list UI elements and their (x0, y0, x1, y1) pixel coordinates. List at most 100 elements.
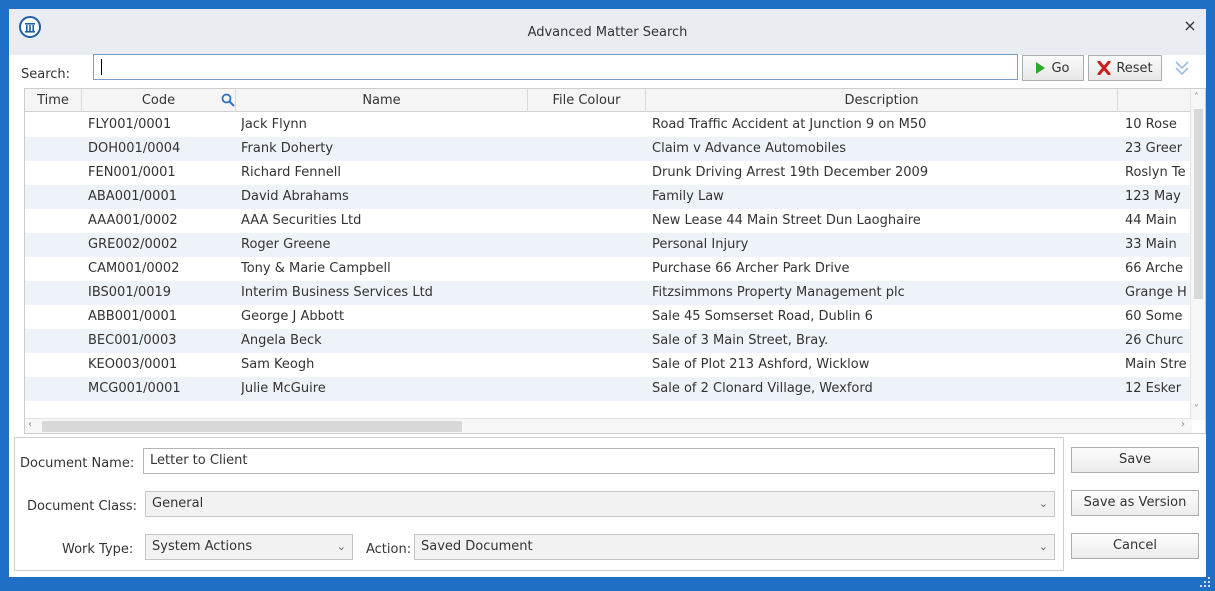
cell-time (31, 233, 81, 257)
table-row[interactable]: FEN001/0001 Richard Fennell Drunk Driving … (25, 161, 1192, 185)
cell-name: David Abrahams (241, 189, 349, 204)
column-header-code[interactable]: Code (82, 89, 236, 112)
cell-time (31, 185, 81, 209)
document-class-label: Document Class: (27, 499, 138, 514)
table-row[interactable]: IBS001/0019 Interim Business Services Ltd… (25, 281, 1192, 305)
cancel-button[interactable]: Cancel (1071, 533, 1199, 559)
scroll-left-icon[interactable]: ‹ (28, 419, 32, 430)
search-icon[interactable] (221, 93, 235, 107)
cell-time (31, 113, 81, 137)
table-row[interactable]: ABA001/0001 David Abrahams Family Law 123 M… (25, 185, 1192, 209)
cell-description: Drunk Driving Arrest 19th December 2009 (652, 165, 929, 180)
resize-grip-icon[interactable] (1199, 576, 1211, 588)
cell-code: KEO003/0001 (88, 357, 178, 372)
matter-grid: Time Code Name File Colour Description F… (24, 88, 1206, 434)
save-as-version-button[interactable]: Save as Version (1071, 490, 1199, 516)
window-title: Advanced Matter Search (527, 25, 688, 40)
work-type-select[interactable]: System Actions ⌄ (145, 534, 353, 560)
advanced-matter-search-window: Advanced Matter Search × Search: Go Rese… (9, 9, 1206, 582)
cell-time (31, 377, 81, 401)
scroll-down-icon[interactable]: ˅ (1194, 404, 1199, 415)
column-header-description[interactable]: Description (646, 89, 1118, 112)
cell-extra: 66 Arche (1125, 261, 1184, 276)
column-header-file-colour[interactable]: File Colour (528, 89, 646, 112)
table-row[interactable]: KEO003/0001 Sam Keogh Sale of Plot 213 Ash… (25, 353, 1192, 377)
column-header-address[interactable] (1118, 89, 1192, 112)
cell-description: Claim v Advance Automobiles (652, 141, 847, 156)
reset-x-icon (1097, 61, 1111, 75)
cell-name: George J Abbott (241, 309, 345, 324)
action-select[interactable]: Saved Document ⌄ (414, 534, 1055, 560)
cell-time (31, 305, 81, 329)
column-header-name[interactable]: Name (236, 89, 528, 112)
cell-code: IBS001/0019 (88, 285, 172, 300)
vertical-scrollbar[interactable]: ˄ ˅ (1190, 89, 1205, 420)
cell-name: Interim Business Services Ltd (241, 285, 433, 300)
table-row[interactable]: GRE002/0002 Roger Greene Personal Injury 33… (25, 233, 1192, 257)
document-name-label: Document Name: (20, 456, 135, 471)
chevron-down-icon: ⌄ (1038, 540, 1048, 553)
grid-rows: FLY001/0001 Jack Flynn Road Traffic Accide… (25, 113, 1192, 419)
cell-name: Sam Keogh (241, 357, 315, 372)
reset-button[interactable]: Reset (1088, 55, 1162, 81)
cell-description: Sale of Plot 213 Ashford, Wicklow (652, 357, 870, 372)
cell-name: Angela Beck (241, 333, 322, 348)
save-button[interactable]: Save (1071, 447, 1199, 473)
cell-description: Sale 45 Somserset Road, Dublin 6 (652, 309, 873, 324)
cell-colour (533, 113, 646, 137)
scroll-up-icon[interactable]: ˄ (1194, 92, 1199, 103)
table-row[interactable]: MCG001/0001 Julie McGuire Sale of 2 Clonar… (25, 377, 1192, 401)
cell-extra: 33 Main (1125, 237, 1177, 252)
cell-code: DOH001/0004 (88, 141, 181, 156)
cell-name: Richard Fennell (241, 165, 341, 180)
horizontal-scroll-thumb[interactable] (42, 421, 462, 432)
cell-extra: 23 Greer (1125, 141, 1183, 156)
cell-colour (533, 185, 646, 209)
table-row[interactable]: DOH001/0004 Frank Doherty Claim v Advance … (25, 137, 1192, 161)
chevron-down-icon: ⌄ (1038, 497, 1048, 510)
table-row[interactable]: FLY001/0001 Jack Flynn Road Traffic Accide… (25, 113, 1192, 137)
cell-description: Personal Injury (652, 237, 749, 252)
cell-code: FEN001/0001 (88, 165, 176, 180)
cell-code: AAA001/0002 (88, 213, 178, 228)
cell-description: Road Traffic Accident at Junction 9 on M… (652, 117, 927, 132)
search-input[interactable] (93, 54, 1018, 80)
cell-code: ABA001/0001 (88, 189, 177, 204)
cell-time (31, 257, 81, 281)
table-row[interactable]: AAA001/0002 AAA Securities Ltd New Lease 4… (25, 209, 1192, 233)
cell-code: FLY001/0001 (88, 117, 172, 132)
cell-time (31, 329, 81, 353)
scroll-right-icon[interactable]: › (1181, 419, 1185, 430)
grid-header: Time Code Name File Colour Description (25, 89, 1192, 112)
cell-time (31, 137, 81, 161)
cell-extra: 123 May (1125, 189, 1181, 204)
title-bar: Advanced Matter Search × (9, 9, 1206, 55)
cell-colour (533, 305, 646, 329)
document-class-select[interactable]: General ⌄ (145, 491, 1055, 517)
cell-code: GRE002/0002 (88, 237, 178, 252)
cell-name: Roger Greene (241, 237, 331, 252)
cell-colour (533, 209, 646, 233)
vertical-scroll-thumb[interactable] (1194, 109, 1203, 299)
cell-time (31, 209, 81, 233)
document-name-field[interactable]: Letter to Client (143, 448, 1055, 474)
cell-colour (533, 137, 646, 161)
horizontal-scrollbar[interactable]: ‹ › (25, 418, 1192, 433)
cell-code: ABB001/0001 (88, 309, 178, 324)
search-label: Search: (21, 67, 71, 82)
expand-chevrons-icon[interactable] (1171, 58, 1193, 80)
cell-colour (533, 233, 646, 257)
table-row[interactable]: BEC001/0003 Angela Beck Sale of 3 Main Str… (25, 329, 1192, 353)
close-button[interactable]: × (1180, 16, 1200, 36)
work-type-value: System Actions (152, 539, 253, 554)
table-row[interactable]: ABB001/0001 George J Abbott Sale 45 Somser… (25, 305, 1192, 329)
table-row[interactable]: CAM001/0002 Tony & Marie Campbell Purchase… (25, 257, 1192, 281)
column-header-time[interactable]: Time (25, 89, 82, 112)
cell-description: Sale of 3 Main Street, Bray. (652, 333, 829, 348)
cell-description: Sale of 2 Clonard Village, Wexford (652, 381, 873, 396)
cell-description: New Lease 44 Main Street Dun Laoghaire (652, 213, 921, 228)
cell-code: BEC001/0003 (88, 333, 177, 348)
action-label: Action: (366, 542, 412, 557)
go-button[interactable]: Go (1022, 55, 1084, 81)
work-type-label: Work Type: (62, 542, 134, 557)
